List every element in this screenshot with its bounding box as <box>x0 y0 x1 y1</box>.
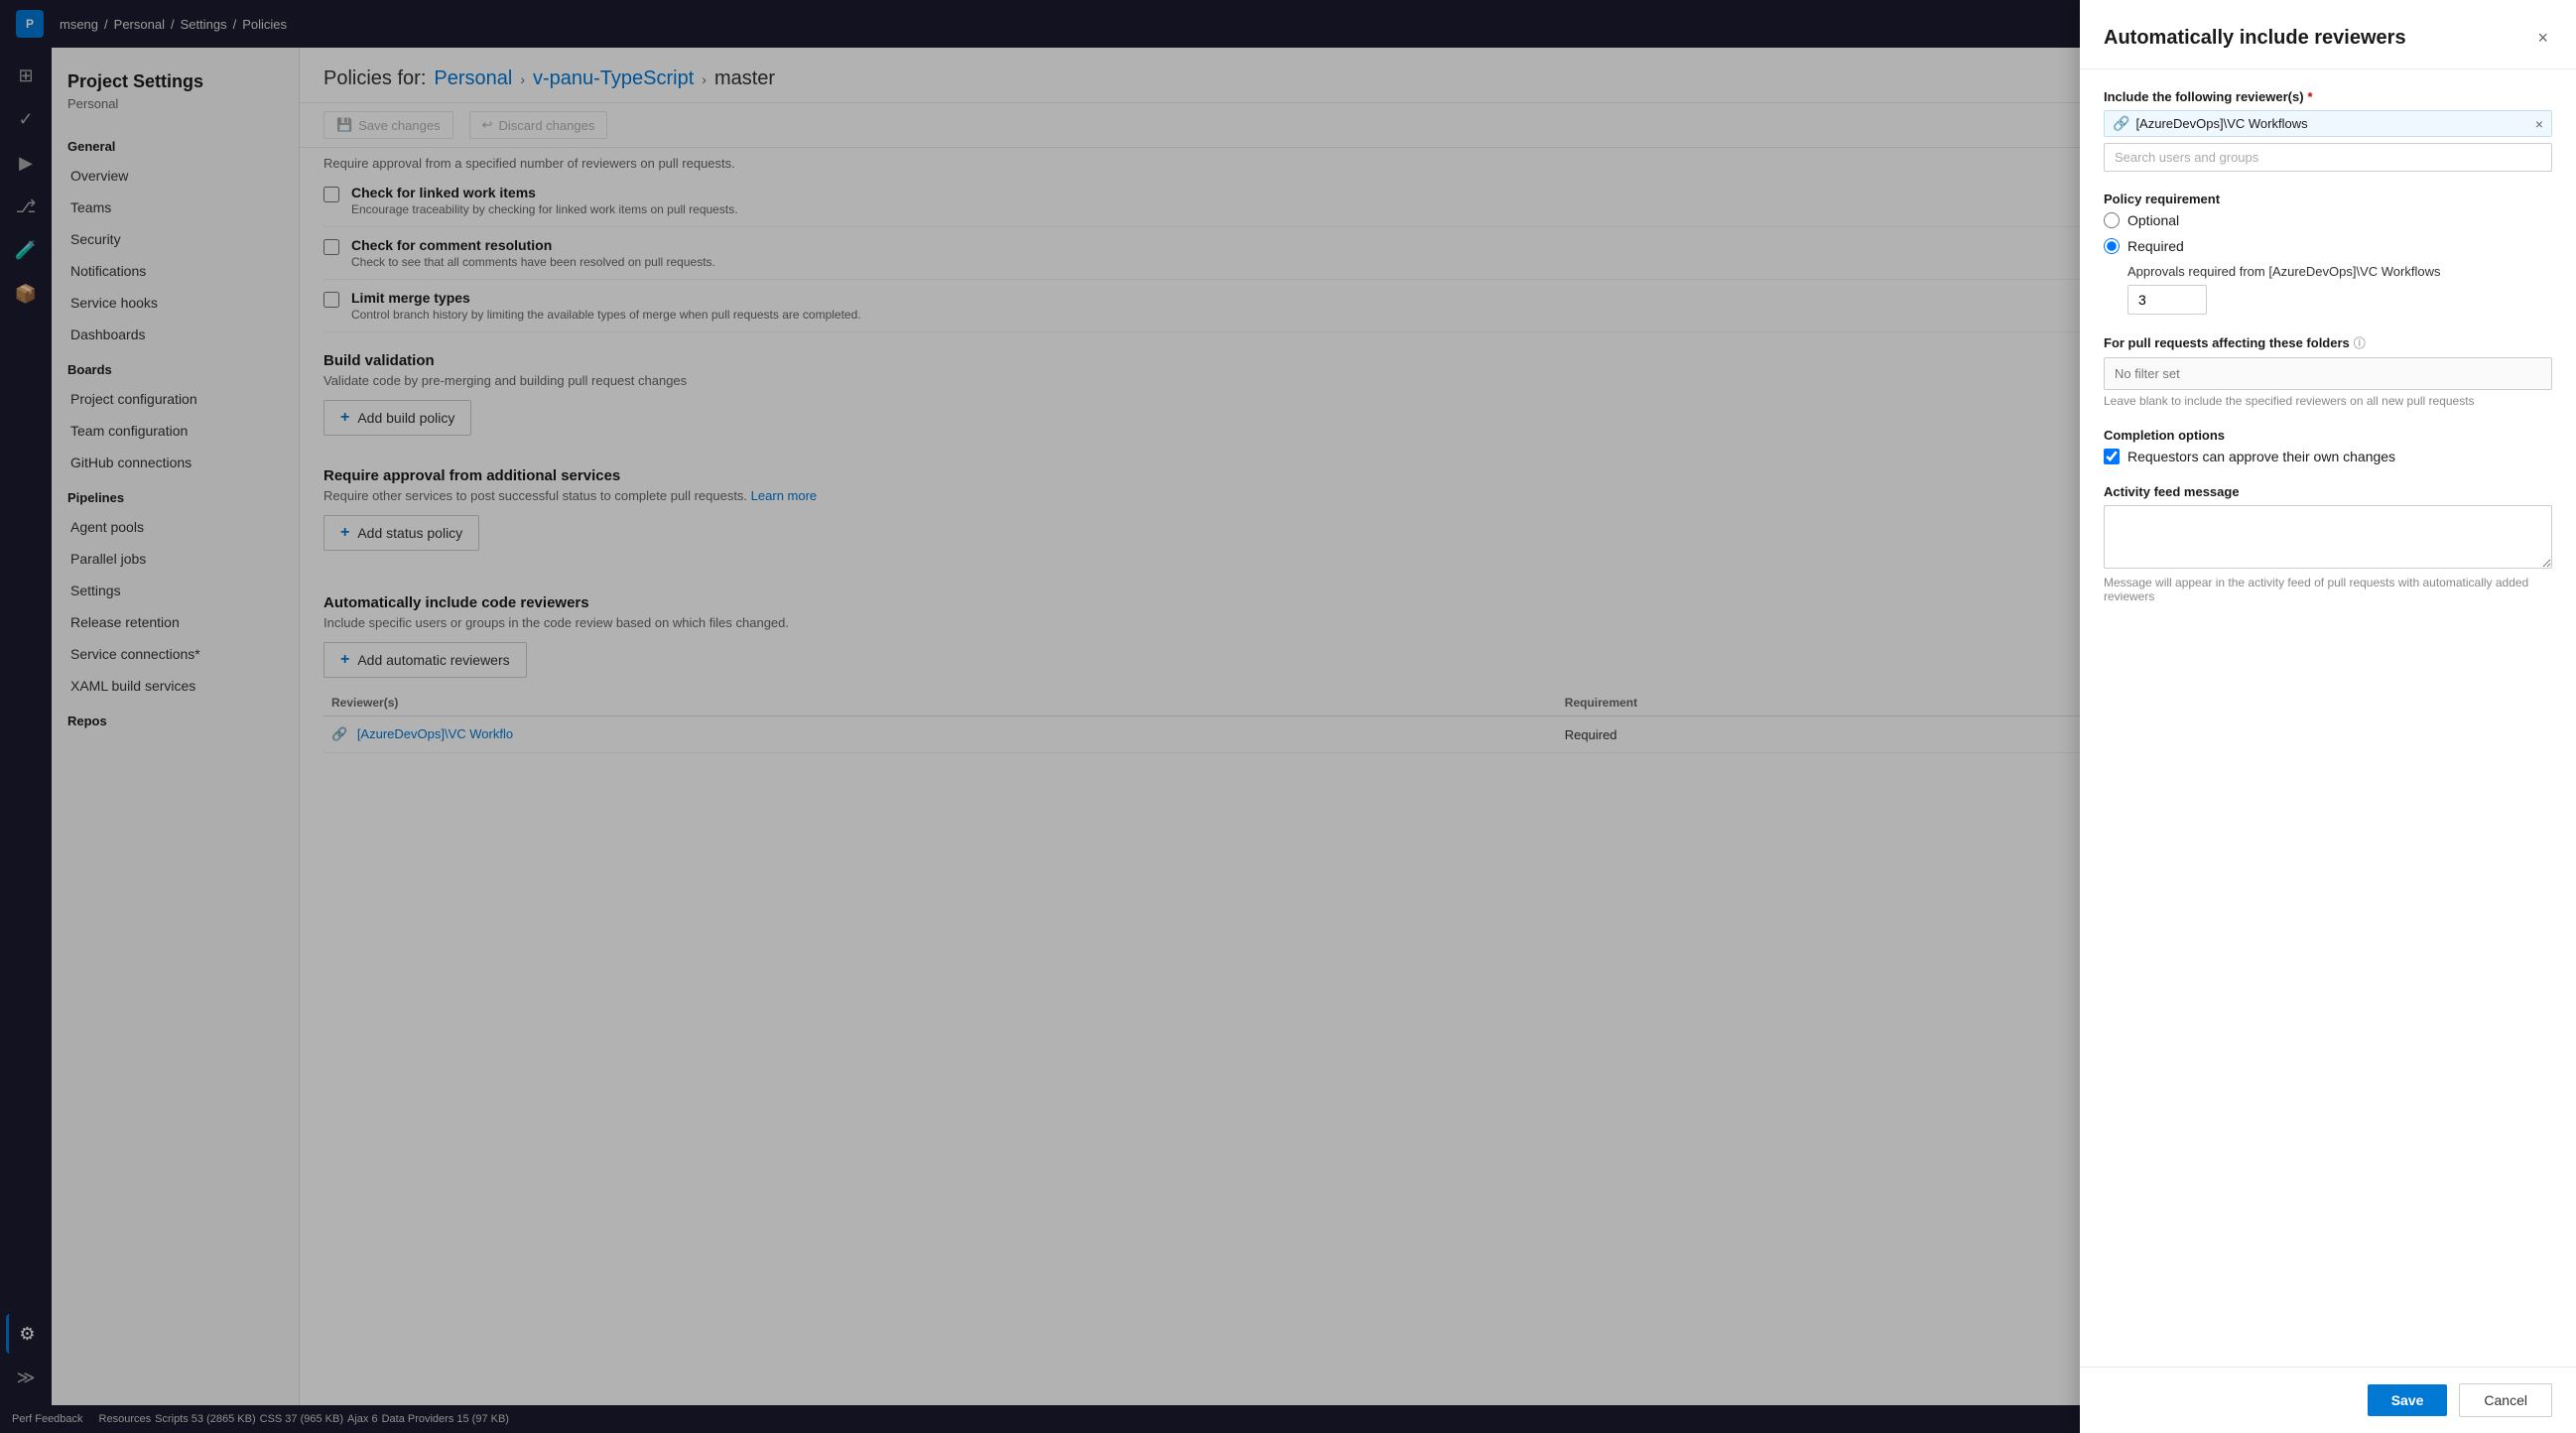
reviewer-tag-icon: 🔗 <box>2113 115 2129 132</box>
modal-cancel-button[interactable]: Cancel <box>2459 1383 2552 1417</box>
modal-save-button[interactable]: Save <box>2368 1384 2448 1416</box>
required-radio[interactable] <box>2104 238 2120 254</box>
activity-hint: Message will appear in the activity feed… <box>2104 576 2552 603</box>
folders-hint: Leave blank to include the specified rev… <box>2104 394 2552 408</box>
activity-textarea[interactable] <box>2104 505 2552 569</box>
reviewer-tag: 🔗 [AzureDevOps]\VC Workflows × <box>2104 110 2552 137</box>
modal-footer: Save Cancel <box>2080 1367 2576 1433</box>
folders-input[interactable] <box>2104 357 2552 390</box>
modal-body: Include the following reviewer(s) * 🔗 [A… <box>2080 69 2576 1367</box>
policy-req-radio-group: Optional Required <box>2104 212 2552 254</box>
required-star: * <box>2308 89 2313 104</box>
activity-feed-field: Activity feed message Message will appea… <box>2104 484 2552 603</box>
requestors-approve-row[interactable]: Requestors can approve their own changes <box>2104 449 2552 464</box>
modal-header: Automatically include reviewers × <box>2080 0 2576 69</box>
search-users-input[interactable] <box>2104 143 2552 172</box>
modal-close-button[interactable]: × <box>2533 24 2552 53</box>
completion-options-label: Completion options <box>2104 428 2552 443</box>
completion-options-field: Completion options Requestors can approv… <box>2104 428 2552 464</box>
reviewer-tag-name: [AzureDevOps]\VC Workflows <box>2135 116 2307 131</box>
optional-radio-item[interactable]: Optional <box>2104 212 2552 228</box>
approvals-label: Approvals required from [AzureDevOps]\VC… <box>2127 264 2552 279</box>
approvals-input[interactable] <box>2127 285 2207 315</box>
optional-radio-label: Optional <box>2127 212 2179 228</box>
policy-req-label: Policy requirement <box>2104 192 2552 206</box>
reviewer-field: Include the following reviewer(s) * 🔗 [A… <box>2104 89 2552 172</box>
reviewer-remove-button[interactable]: × <box>2535 116 2543 132</box>
policy-requirement-field: Policy requirement Optional Required App… <box>2104 192 2552 315</box>
required-radio-label: Required <box>2127 238 2184 254</box>
required-radio-item[interactable]: Required <box>2104 238 2552 254</box>
modal-title: Automatically include reviewers <box>2104 27 2406 50</box>
folders-field: For pull requests affecting these folder… <box>2104 334 2552 408</box>
activity-feed-label: Activity feed message <box>2104 484 2552 499</box>
requestors-approve-checkbox[interactable] <box>2104 449 2120 464</box>
optional-radio[interactable] <box>2104 212 2120 228</box>
info-icon[interactable]: ⓘ <box>2354 334 2366 351</box>
reviewer-field-label: Include the following reviewer(s) * <box>2104 89 2552 104</box>
modal-panel: Automatically include reviewers × Includ… <box>2080 0 2576 1433</box>
requestors-approve-label: Requestors can approve their own changes <box>2127 449 2395 464</box>
folders-label: For pull requests affecting these folder… <box>2104 334 2552 351</box>
